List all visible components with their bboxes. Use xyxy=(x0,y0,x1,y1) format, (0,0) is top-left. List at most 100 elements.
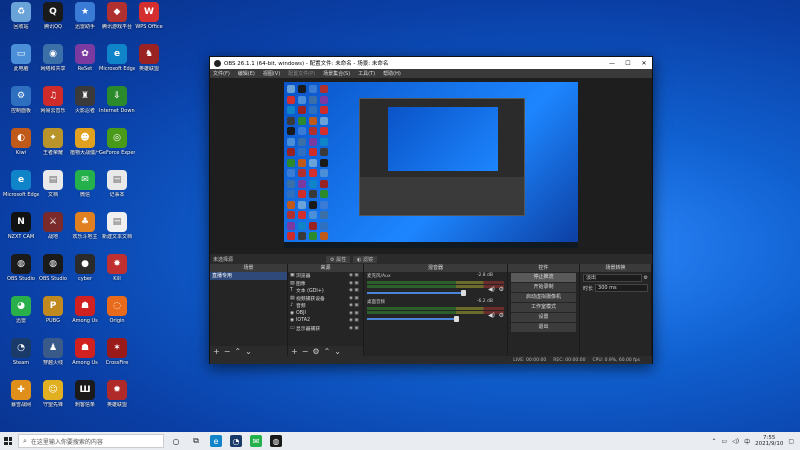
clock[interactable]: 7:55 2021/9/10 xyxy=(755,435,783,447)
desktop-icon-edge1[interactable]: e Microsoft Edge xyxy=(99,44,135,84)
start-button[interactable] xyxy=(0,432,16,450)
source-item[interactable]: ◉ OBJI ◉ ▣ xyxy=(288,310,363,318)
desktop-icon-doc1[interactable]: ▤ 文档 xyxy=(36,170,70,210)
volume-icon[interactable]: ◁) xyxy=(732,438,739,445)
tray-chevron-icon[interactable]: ⌃ xyxy=(711,438,716,445)
visibility-lock-icon[interactable]: ◉ ▣ xyxy=(349,288,363,293)
desktop-icon-ctrl[interactable]: ⚙ 控制面板 xyxy=(4,86,38,126)
remove-scene-icon[interactable]: − xyxy=(224,347,231,356)
channel-settings-icon[interactable]: ⚙ xyxy=(499,312,504,319)
move-up-icon[interactable]: ⌃ xyxy=(234,347,241,356)
desktop-icon-game9[interactable]: ♟ 穿越火线 xyxy=(36,338,70,378)
obs-window[interactable]: OBS 26.1.1 (64-bit, windows) - 配置文件: 未命名… xyxy=(209,56,653,364)
desktop-icon-edge2[interactable]: e Microsoft Edge xyxy=(3,170,39,210)
source-settings-icon[interactable]: ⚙ xyxy=(312,347,319,356)
menu-file[interactable]: 文件(F) xyxy=(213,70,230,77)
desktop-icon-game10[interactable]: ✶ CrossFire xyxy=(100,338,134,378)
desktop-icon-music[interactable]: ♫ 网易云音乐 xyxy=(36,86,70,126)
volume-fader[interactable] xyxy=(367,290,466,296)
visibility-lock-icon[interactable]: ◉ ▣ xyxy=(349,273,363,278)
fader-handle[interactable] xyxy=(454,316,459,322)
menu-scene-collection[interactable]: 场景集合(S) xyxy=(323,70,350,77)
desktop-icon-inet[interactable]: ⇩ Internet Download xyxy=(99,86,135,126)
move-down-icon[interactable]: ⌄ xyxy=(245,347,252,356)
add-scene-icon[interactable]: + xyxy=(213,347,220,356)
wechat-taskbar-icon[interactable]: ✉ xyxy=(250,435,262,447)
desktop-icon-geforce[interactable]: ◎ GeForce Experience xyxy=(99,128,135,168)
desktop-icon-net[interactable]: ◉ 网络和共享 xyxy=(36,44,70,84)
control-button[interactable]: 停止推流 xyxy=(511,273,576,282)
control-button[interactable]: 工作室模式 xyxy=(511,303,576,312)
desktop-icon-spot[interactable]: ◕ 迅雷 xyxy=(4,296,38,336)
taskbar-search[interactable]: ⌕ 在这里输入你要搜索的内容 xyxy=(18,434,164,448)
desktop-icon-game7[interactable]: ♣ 欢乐斗地主 xyxy=(68,212,102,252)
desktop-icon-game4[interactable]: ✦ 王者荣耀 xyxy=(36,128,70,168)
filters-button[interactable]: ◐ 滤镜 xyxy=(353,255,378,263)
desktop-icon-among[interactable]: ☗ Among Us xyxy=(68,296,102,336)
desktop-icon-helper[interactable]: ★ 迅雷助手 xyxy=(68,2,102,42)
remove-source-icon[interactable]: − xyxy=(302,347,309,356)
desktop-icon-doc2[interactable]: ▤ 记事本 xyxy=(100,170,134,210)
source-item[interactable]: ▤ 视频捕获设备 ◉ ▣ xyxy=(288,295,363,303)
desktop-icon-anime[interactable]: ✿ ReSet xyxy=(68,44,102,84)
steam-taskbar-icon[interactable]: ◔ xyxy=(230,435,242,447)
desktop-icon-game13[interactable]: Ш 刺客信条 xyxy=(68,380,102,420)
source-item[interactable]: ▨ 图像 ◉ ▣ xyxy=(288,280,363,288)
scene-item[interactable]: 直播专用 xyxy=(210,272,287,280)
desktop-icon-obs1[interactable]: ◍ OBS Studio xyxy=(4,254,38,294)
add-source-icon[interactable]: + xyxy=(291,347,298,356)
edge-taskbar-icon[interactable]: e xyxy=(210,435,222,447)
menu-view[interactable]: 视图(V) xyxy=(263,70,280,77)
source-item[interactable]: ▣ 浏览器 ◉ ▣ xyxy=(288,272,363,280)
desktop-icon-game14[interactable]: ✹ 英雄联盟 xyxy=(100,380,134,420)
desktop-icon-obs2[interactable]: ◍ OBS Studio xyxy=(36,254,70,294)
desktop-icon-pc[interactable]: ▭ 此电脑 xyxy=(4,44,38,84)
ime-icon[interactable]: 中 xyxy=(744,437,750,446)
fader-handle[interactable] xyxy=(461,290,466,296)
desktop-icon-game8[interactable]: ✸ Kill xyxy=(100,254,134,294)
close-icon[interactable]: ✕ xyxy=(636,60,652,67)
control-button[interactable]: 开始录制 xyxy=(511,283,576,292)
desktop-icon-game11[interactable]: ✚ 暴雪战网 xyxy=(4,380,38,420)
menu-profile[interactable]: 配置文件(P) xyxy=(288,70,315,77)
desktop-icon-game5[interactable]: ☻ 植物大战僵尸 xyxy=(68,128,102,168)
desktop-icon-game2[interactable]: ♞ 英雄联盟 xyxy=(132,44,166,84)
desktop-icon-game3[interactable]: ♜ 火影忍者 xyxy=(68,86,102,126)
desktop-icon-nzxt[interactable]: N NZXT CAM xyxy=(4,212,38,252)
control-button[interactable]: 退出 xyxy=(511,323,576,332)
transition-settings-icon[interactable]: ⚙ xyxy=(644,275,648,281)
transition-select[interactable]: 淡出 xyxy=(583,274,642,282)
properties-button[interactable]: ⚙ 属性 xyxy=(326,255,351,263)
duration-input[interactable]: 300 ms xyxy=(595,284,648,292)
desktop-icon-origin[interactable]: ◌ Origin xyxy=(100,296,134,336)
desktop-icon-doc3[interactable]: ▤ 新建文本文档 xyxy=(100,212,134,252)
desktop-icon-game6[interactable]: ⚔ 战地 xyxy=(36,212,70,252)
menu-help[interactable]: 帮助(H) xyxy=(383,70,401,77)
visibility-lock-icon[interactable]: ◉ ▣ xyxy=(349,326,363,331)
source-down-icon[interactable]: ⌄ xyxy=(334,347,341,356)
control-button[interactable]: 启动虚拟摄像机 xyxy=(511,293,576,302)
channel-settings-icon[interactable]: ⚙ xyxy=(499,286,504,293)
desktop-icon-qq[interactable]: Q 腾讯QQ xyxy=(36,2,70,42)
menu-edit[interactable]: 编辑(E) xyxy=(238,70,255,77)
visibility-lock-icon[interactable]: ◉ ▣ xyxy=(349,311,363,316)
desktop-icon-steam[interactable]: ◔ Steam xyxy=(4,338,38,378)
visibility-lock-icon[interactable]: ◉ ▣ xyxy=(349,296,363,301)
source-item[interactable]: ◉ IOTA2 ◉ ▣ xyxy=(288,317,363,325)
preview-canvas[interactable] xyxy=(284,82,578,248)
desktop-icon-cygame[interactable]: ● cyber xyxy=(68,254,102,294)
visibility-lock-icon[interactable]: ◉ ▣ xyxy=(349,318,363,323)
source-up-icon[interactable]: ⌃ xyxy=(324,347,331,356)
desktop-icon-wechat[interactable]: ✉ 微信 xyxy=(68,170,102,210)
menu-tools[interactable]: 工具(T) xyxy=(358,70,375,77)
desktop-icon-recycle[interactable]: ♻ 回收站 xyxy=(4,2,38,42)
desktop-icon-amongus2[interactable]: ☗ Among Us xyxy=(68,338,102,378)
volume-fader[interactable] xyxy=(367,316,459,322)
task-view-icon[interactable]: ⧉ xyxy=(190,435,202,447)
obs-taskbar-icon[interactable]: ◍ xyxy=(270,435,282,447)
desktop-icon-game1[interactable]: ◆ 腾讯游戏平台 xyxy=(100,2,134,42)
visibility-lock-icon[interactable]: ◉ ▣ xyxy=(349,281,363,286)
visibility-lock-icon[interactable]: ◉ ▣ xyxy=(349,303,363,308)
desktop-icon-pubg[interactable]: P PUBG xyxy=(36,296,70,336)
network-icon[interactable]: ▭ xyxy=(721,438,727,445)
